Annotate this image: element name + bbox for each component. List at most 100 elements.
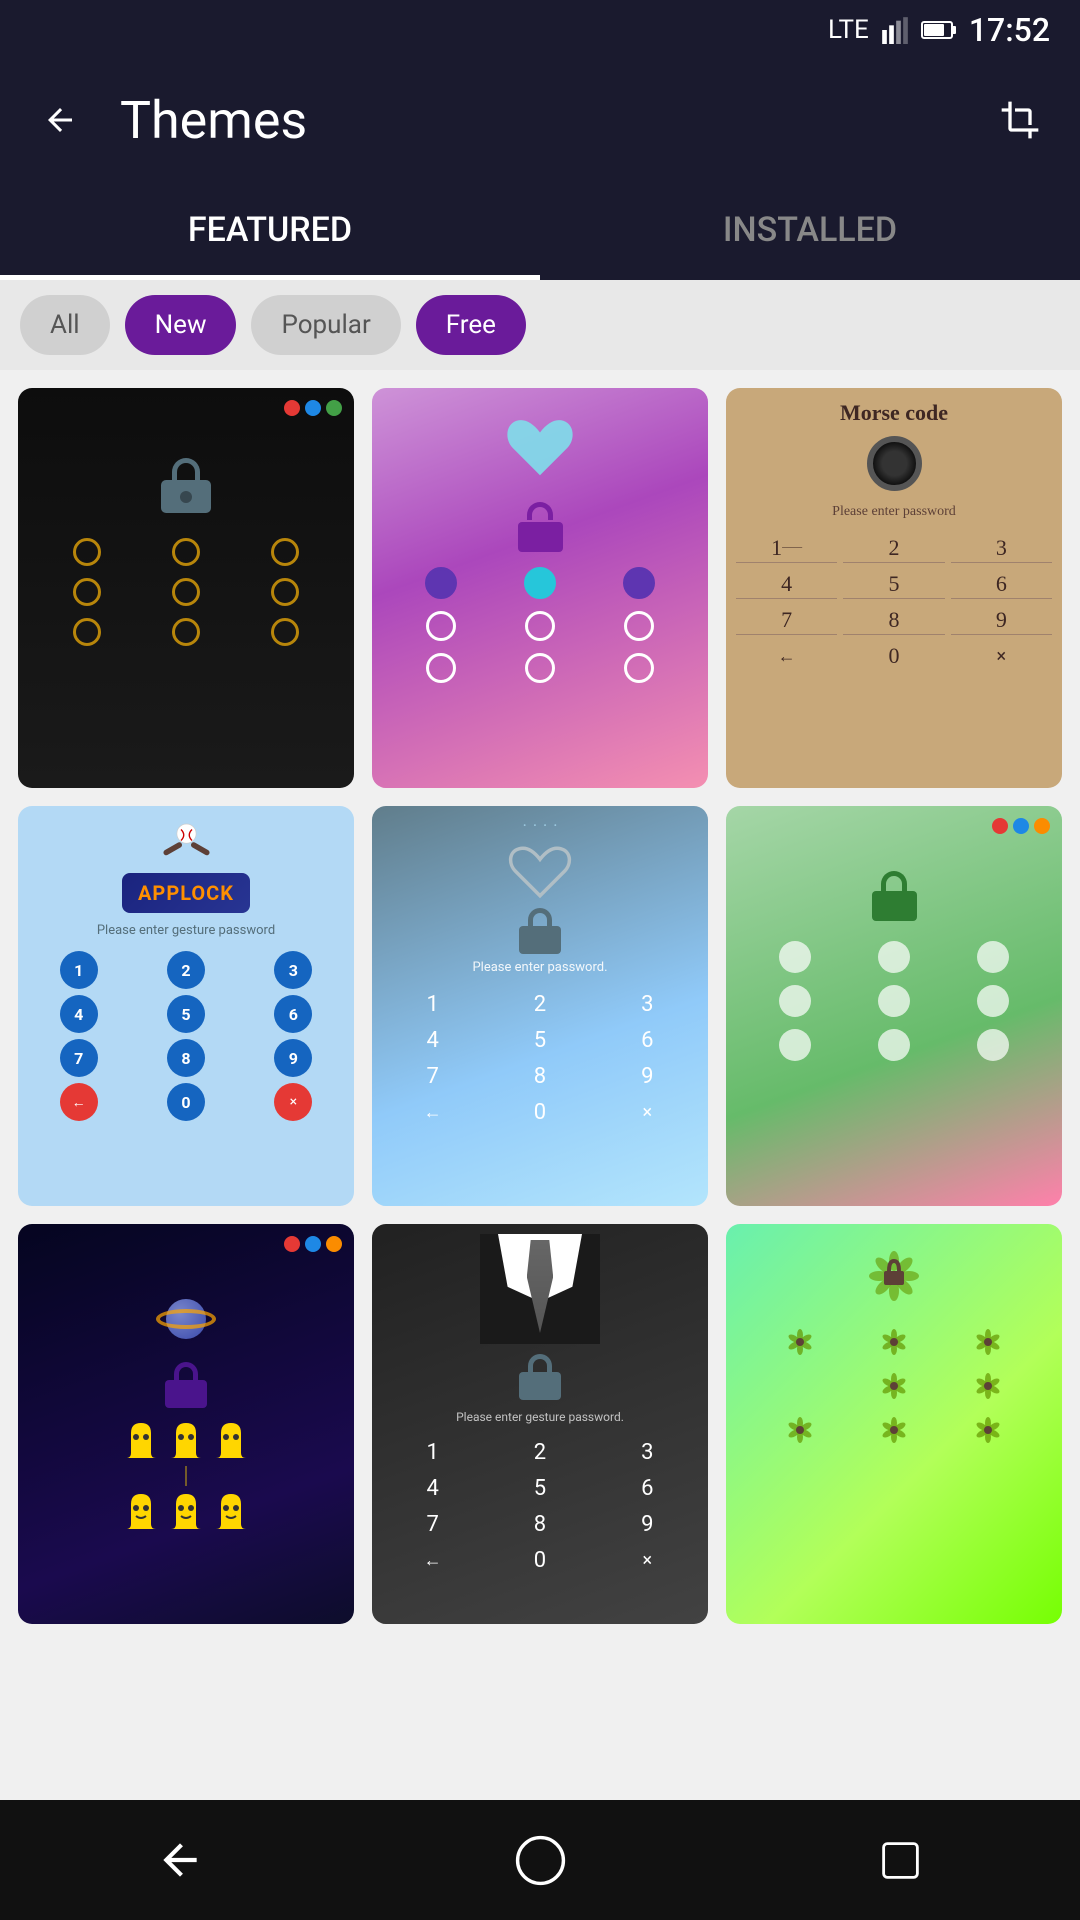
numpad-circle-6[interactable]: 6 xyxy=(274,995,312,1033)
tab-featured[interactable]: FEATURED xyxy=(0,180,540,280)
gesture-dot xyxy=(271,618,299,646)
color-pips xyxy=(284,400,342,416)
numpad-key-5[interactable]: 5 xyxy=(489,1473,590,1503)
sub-tab-popular[interactable]: Popular xyxy=(251,295,400,355)
numpad-key-9[interactable]: 9 xyxy=(597,1061,698,1091)
password-prompt: Please enter password xyxy=(832,504,956,520)
numpad-key-4[interactable]: 4 xyxy=(382,1025,483,1055)
sub-tab-free[interactable]: Free xyxy=(416,295,526,355)
numpad-key-7[interactable]: 7 xyxy=(382,1509,483,1539)
gesture-dot xyxy=(73,538,101,566)
bubble-dot xyxy=(977,1029,1009,1061)
app-header: Themes xyxy=(0,60,1080,180)
back-button[interactable] xyxy=(30,90,90,150)
numpad-key-8[interactable]: 8 xyxy=(843,605,944,635)
numpad-key-8[interactable]: 8 xyxy=(489,1509,590,1539)
theme-card-suit[interactable]: Please enter gesture password. 1 2 3 4 5… xyxy=(372,1224,708,1624)
gesture-dot xyxy=(271,538,299,566)
numpad-circle-back[interactable]: ← xyxy=(60,1083,98,1121)
theme-card-vintage[interactable]: Morse code Please enter password 1 —— 2 … xyxy=(726,388,1062,788)
tab-installed[interactable]: INSTALLED xyxy=(540,180,1080,280)
numpad-key-back[interactable]: ← xyxy=(382,1097,483,1127)
numpad-key-2[interactable]: 2 xyxy=(489,989,590,1019)
numpad-key-0[interactable]: 0 xyxy=(489,1545,590,1575)
numpad-key-1[interactable]: 1 —— xyxy=(736,533,837,563)
pip-blue xyxy=(1013,818,1029,834)
numpad-circle-1[interactable]: 1 xyxy=(60,951,98,989)
sub-tab-new[interactable]: New xyxy=(125,295,237,355)
bubble-dot xyxy=(878,941,910,973)
pip-red xyxy=(284,1236,300,1252)
bottom-navigation xyxy=(0,1800,1080,1920)
theme-card-green-bubbles[interactable] xyxy=(726,806,1062,1206)
numpad-key-3[interactable]: 3 xyxy=(951,533,1052,563)
theme-card-baseball[interactable]: APPLOCK Please enter gesture password 1 … xyxy=(18,806,354,1206)
pip-blue xyxy=(305,1236,321,1252)
color-pips xyxy=(992,818,1050,834)
gesture-dot xyxy=(525,611,555,641)
numpad-circle-2[interactable]: 2 xyxy=(167,951,205,989)
numpad-key-back[interactable]: ← xyxy=(382,1545,483,1575)
gesture-dot xyxy=(624,611,654,641)
numpad-key-3[interactable]: 3 xyxy=(597,1437,698,1467)
numpad-key-0[interactable]: 0 xyxy=(489,1097,590,1127)
numpad-circle-9[interactable]: 9 xyxy=(274,1039,312,1077)
bubble-dot xyxy=(878,985,910,1017)
ghost-row-2 xyxy=(126,1494,246,1529)
numpad-circle-5[interactable]: 5 xyxy=(167,995,205,1033)
tab-bar: FEATURED INSTALLED xyxy=(0,180,1080,280)
gesture-dot xyxy=(426,653,456,683)
bubble-dot xyxy=(779,941,811,973)
pip-orange xyxy=(326,1236,342,1252)
pip-green xyxy=(326,400,342,416)
numpad-key-6[interactable]: 6 xyxy=(597,1025,698,1055)
numpad-key-5[interactable]: 5 xyxy=(489,1025,590,1055)
bubble-dot xyxy=(977,985,1009,1017)
numpad-key-6[interactable]: 6 xyxy=(951,569,1052,599)
numpad-key-7[interactable]: 7 xyxy=(736,605,837,635)
numpad-circle-0[interactable]: 0 xyxy=(167,1083,205,1121)
theme-card-purple-heart[interactable] xyxy=(372,388,708,788)
numpad-key-7[interactable]: 7 xyxy=(382,1061,483,1091)
numpad-circle-del[interactable]: × xyxy=(274,1083,312,1121)
pip-orange xyxy=(1034,818,1050,834)
planet-decoration xyxy=(156,1289,216,1349)
numpad-key-9[interactable]: 9 xyxy=(951,605,1052,635)
theme-card-rainy-heart[interactable]: · · · · Please enter password. 1 2 3 4 5 xyxy=(372,806,708,1206)
sub-tab-bar: All New Popular Free xyxy=(0,280,1080,370)
sub-tab-all[interactable]: All xyxy=(20,295,110,355)
numpad-key-2[interactable]: 2 xyxy=(489,1437,590,1467)
numpad-key-0[interactable]: 0 xyxy=(843,641,944,671)
baseball-decoration xyxy=(159,818,214,863)
numpad-key-5[interactable]: 5 xyxy=(843,569,944,599)
numpad-key-1[interactable]: 1 xyxy=(382,1437,483,1467)
crop-button[interactable] xyxy=(990,90,1050,150)
pip-red xyxy=(284,400,300,416)
numpad-circle-7[interactable]: 7 xyxy=(60,1039,98,1077)
numpad-key-3[interactable]: 3 xyxy=(597,989,698,1019)
numpad-key-6[interactable]: 6 xyxy=(597,1473,698,1503)
theme-card-space-ghost[interactable] xyxy=(18,1224,354,1624)
numpad-circle-8[interactable]: 8 xyxy=(167,1039,205,1077)
numpad-key-del[interactable]: × xyxy=(597,1545,698,1575)
numpad-circle-3[interactable]: 3 xyxy=(274,951,312,989)
nav-home-button[interactable] xyxy=(500,1820,580,1900)
numpad-key-4[interactable]: 4 xyxy=(736,569,837,599)
password-hint: Please enter gesture password xyxy=(97,923,275,938)
numpad-key-back[interactable]: ← xyxy=(736,641,837,671)
numpad-key-2[interactable]: 2 xyxy=(843,533,944,563)
nav-back-button[interactable] xyxy=(140,1820,220,1900)
theme-card-dark-gold[interactable] xyxy=(18,388,354,788)
nav-recent-button[interactable] xyxy=(860,1820,940,1900)
numpad-key-del[interactable]: × xyxy=(951,641,1052,671)
numpad-key-del[interactable]: × xyxy=(597,1097,698,1127)
gesture-dot xyxy=(172,618,200,646)
numpad-key-4[interactable]: 4 xyxy=(382,1473,483,1503)
numpad-key-1[interactable]: 1 xyxy=(382,989,483,1019)
theme-card-green-mandala[interactable] xyxy=(726,1224,1062,1624)
numpad-key-8[interactable]: 8 xyxy=(489,1061,590,1091)
applock-badge: APPLOCK xyxy=(122,873,250,913)
numpad-circle-4[interactable]: 4 xyxy=(60,995,98,1033)
battery-icon xyxy=(921,19,957,41)
numpad-key-9[interactable]: 9 xyxy=(597,1509,698,1539)
